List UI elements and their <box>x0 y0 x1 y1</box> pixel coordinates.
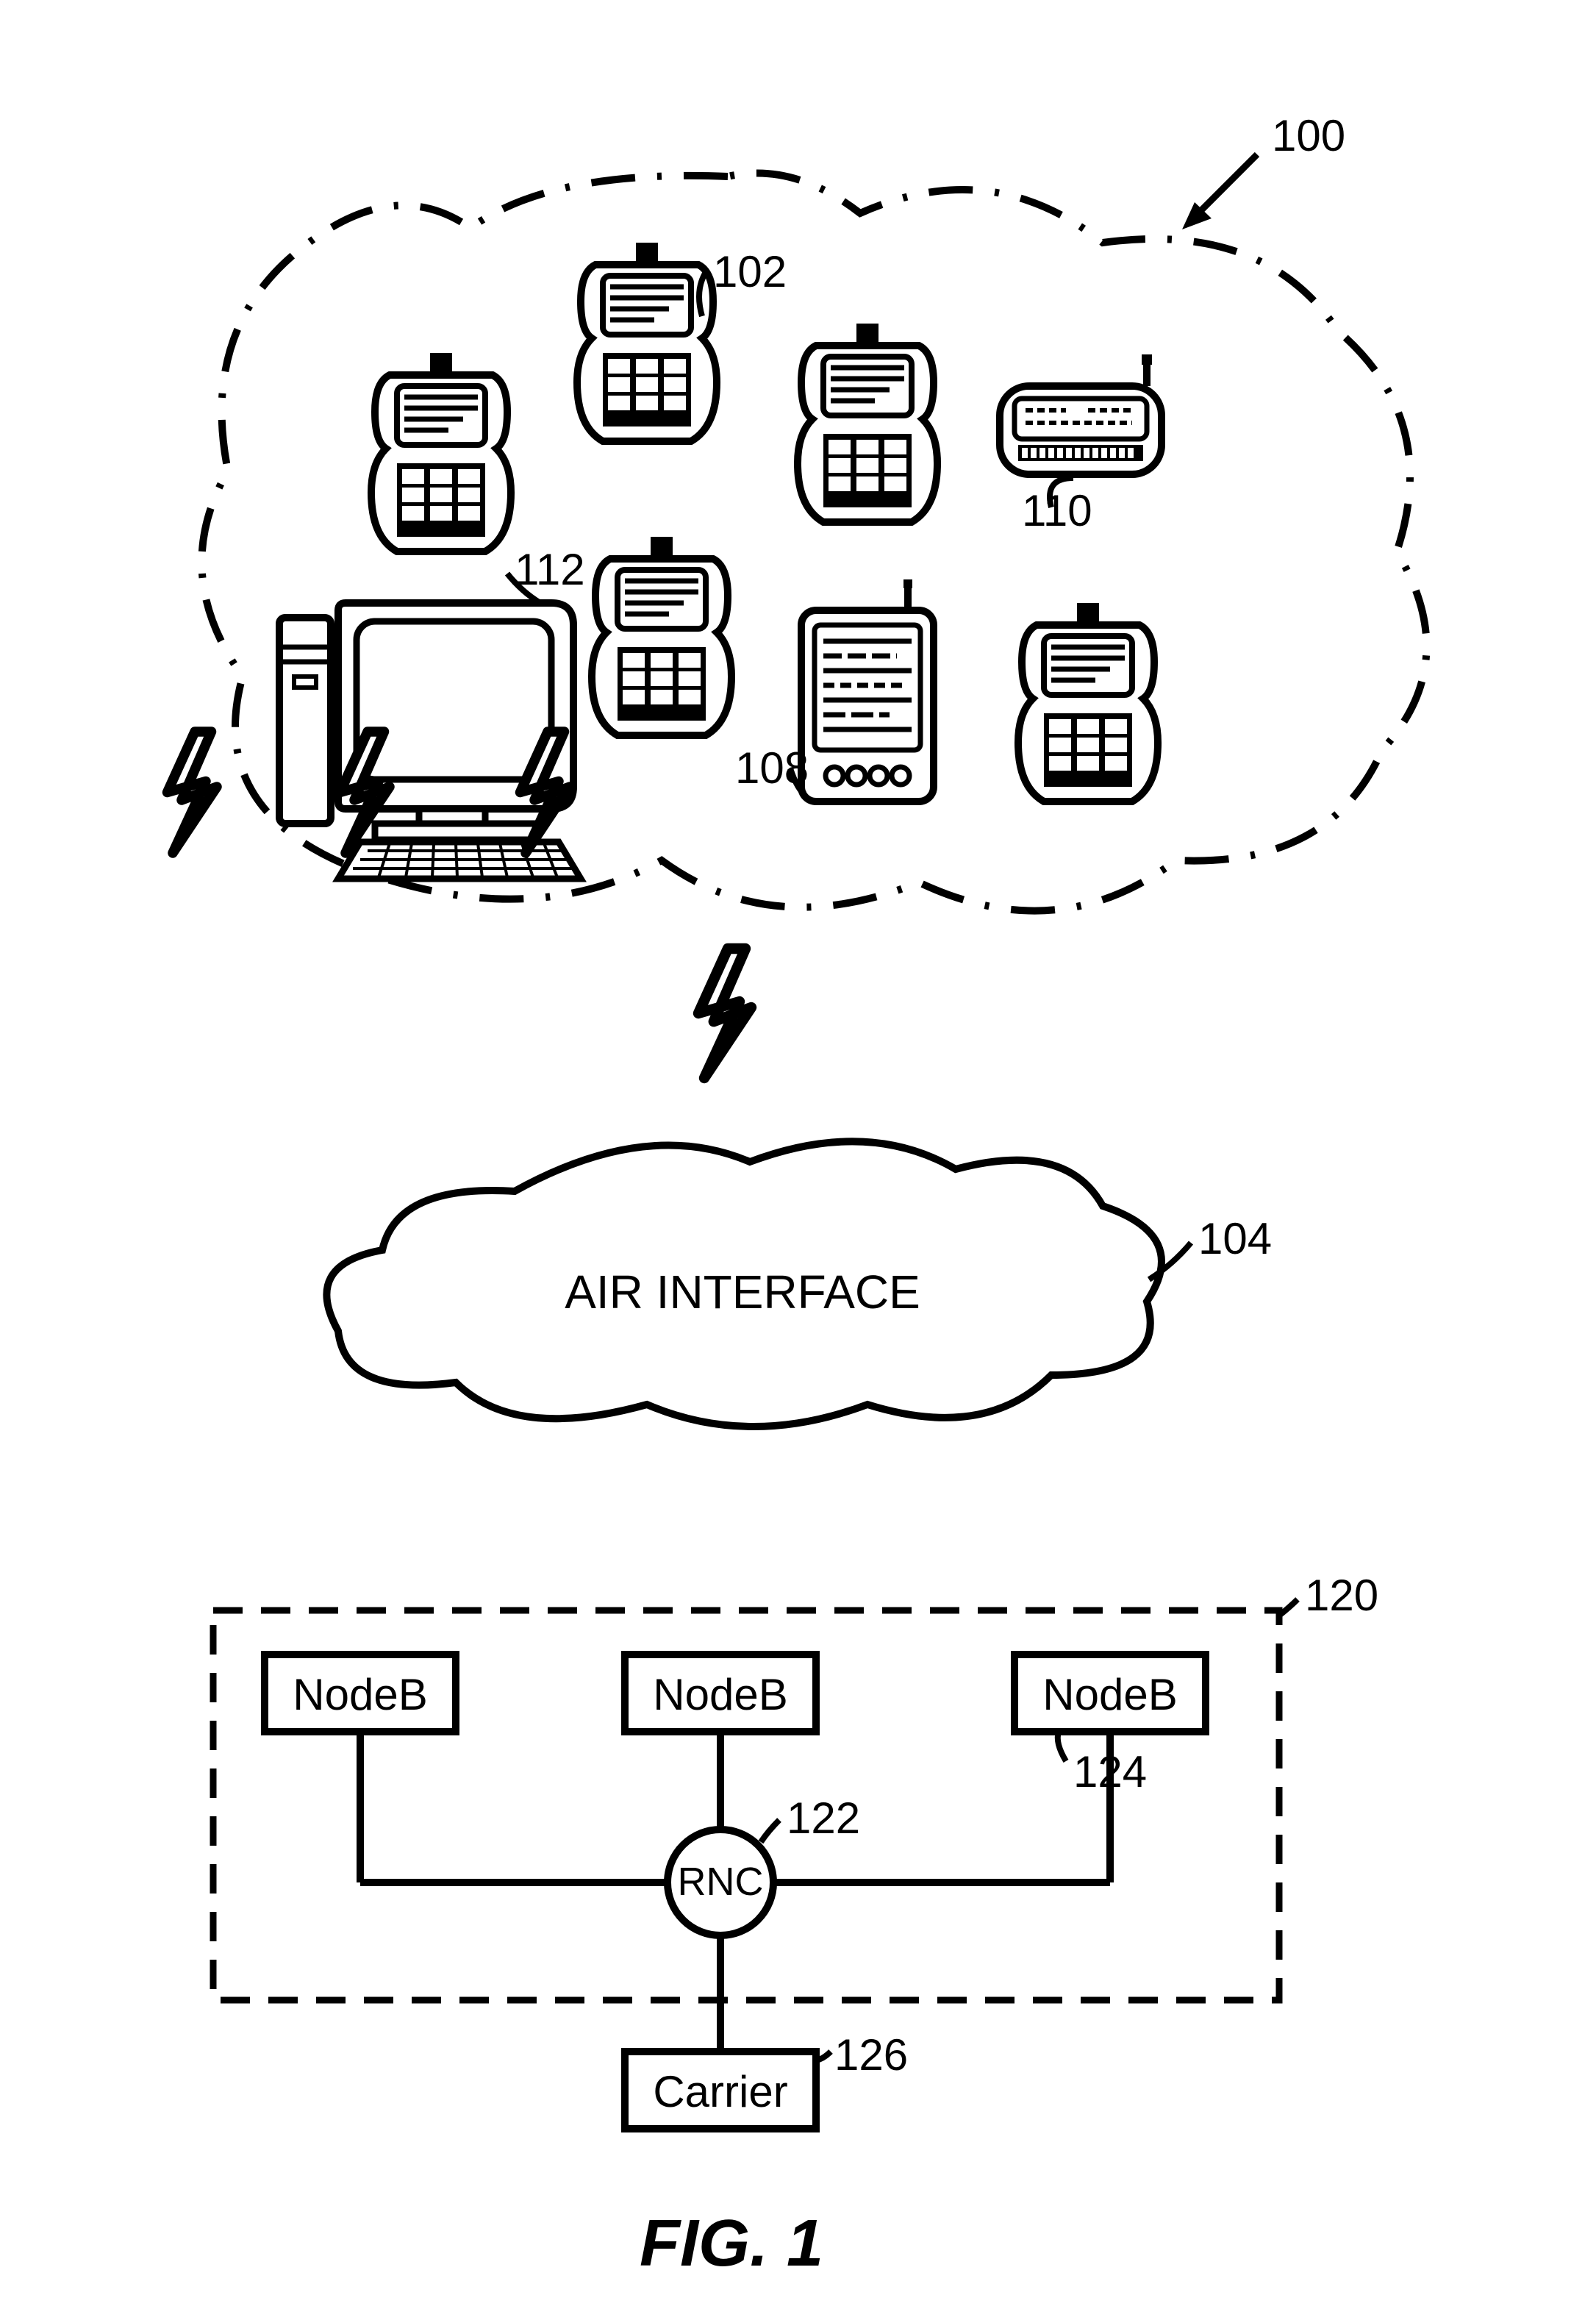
ref-122: 122 <box>787 1793 860 1843</box>
leader-122 <box>761 1820 779 1842</box>
phone-icon <box>577 243 717 441</box>
phone-icon <box>592 537 731 735</box>
patent-figure-page: 100 102 110 112 108 104 120 122 124 126 … <box>0 0 1596 2320</box>
ref-126: 126 <box>834 2030 908 2080</box>
ref-102: 102 <box>713 246 787 297</box>
phone-icon <box>798 324 937 522</box>
phone-icon <box>1018 603 1158 802</box>
ref-100: 100 <box>1272 110 1345 161</box>
nodeb-label-2: NodeB <box>625 1669 816 1720</box>
pager-icon <box>1000 354 1162 474</box>
ref-110: 110 <box>1022 485 1092 536</box>
nodeb-label-3: NodeB <box>1015 1669 1206 1720</box>
ref-112: 112 <box>515 544 585 595</box>
ref-104: 104 <box>1198 1213 1272 1264</box>
leader-124 <box>1058 1732 1066 1761</box>
ref-124: 124 <box>1073 1746 1147 1797</box>
ref-120: 120 <box>1305 1570 1378 1621</box>
rnc-label: RNC <box>669 1859 772 1905</box>
phone-icon <box>371 353 511 552</box>
ref-arrow-100 <box>1182 154 1257 229</box>
lightning-icon <box>698 949 751 1078</box>
lightning-icon <box>168 732 218 853</box>
ref-108: 108 <box>735 743 809 793</box>
air-interface-label: AIR INTERFACE <box>559 1265 926 1319</box>
figure-title: FIG. 1 <box>640 2206 823 2282</box>
diagram-svg <box>0 0 1596 2320</box>
nodeb-label-1: NodeB <box>265 1669 456 1720</box>
pda-icon <box>801 579 934 802</box>
carrier-label: Carrier <box>625 2066 816 2117</box>
